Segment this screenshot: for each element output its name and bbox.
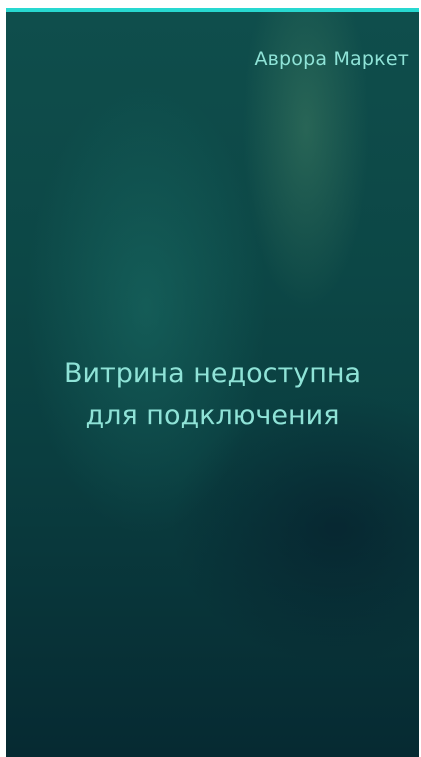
unavailable-message: Витрина недоступна для подключения (6, 353, 419, 437)
app-title: Аврора Маркет (254, 48, 409, 70)
message-line-1: Витрина недоступна (63, 358, 362, 389)
top-accent-bar (6, 8, 419, 12)
app-screen: Аврора Маркет Витрина недоступна для под… (6, 8, 419, 757)
message-line-2: для подключения (85, 400, 340, 431)
